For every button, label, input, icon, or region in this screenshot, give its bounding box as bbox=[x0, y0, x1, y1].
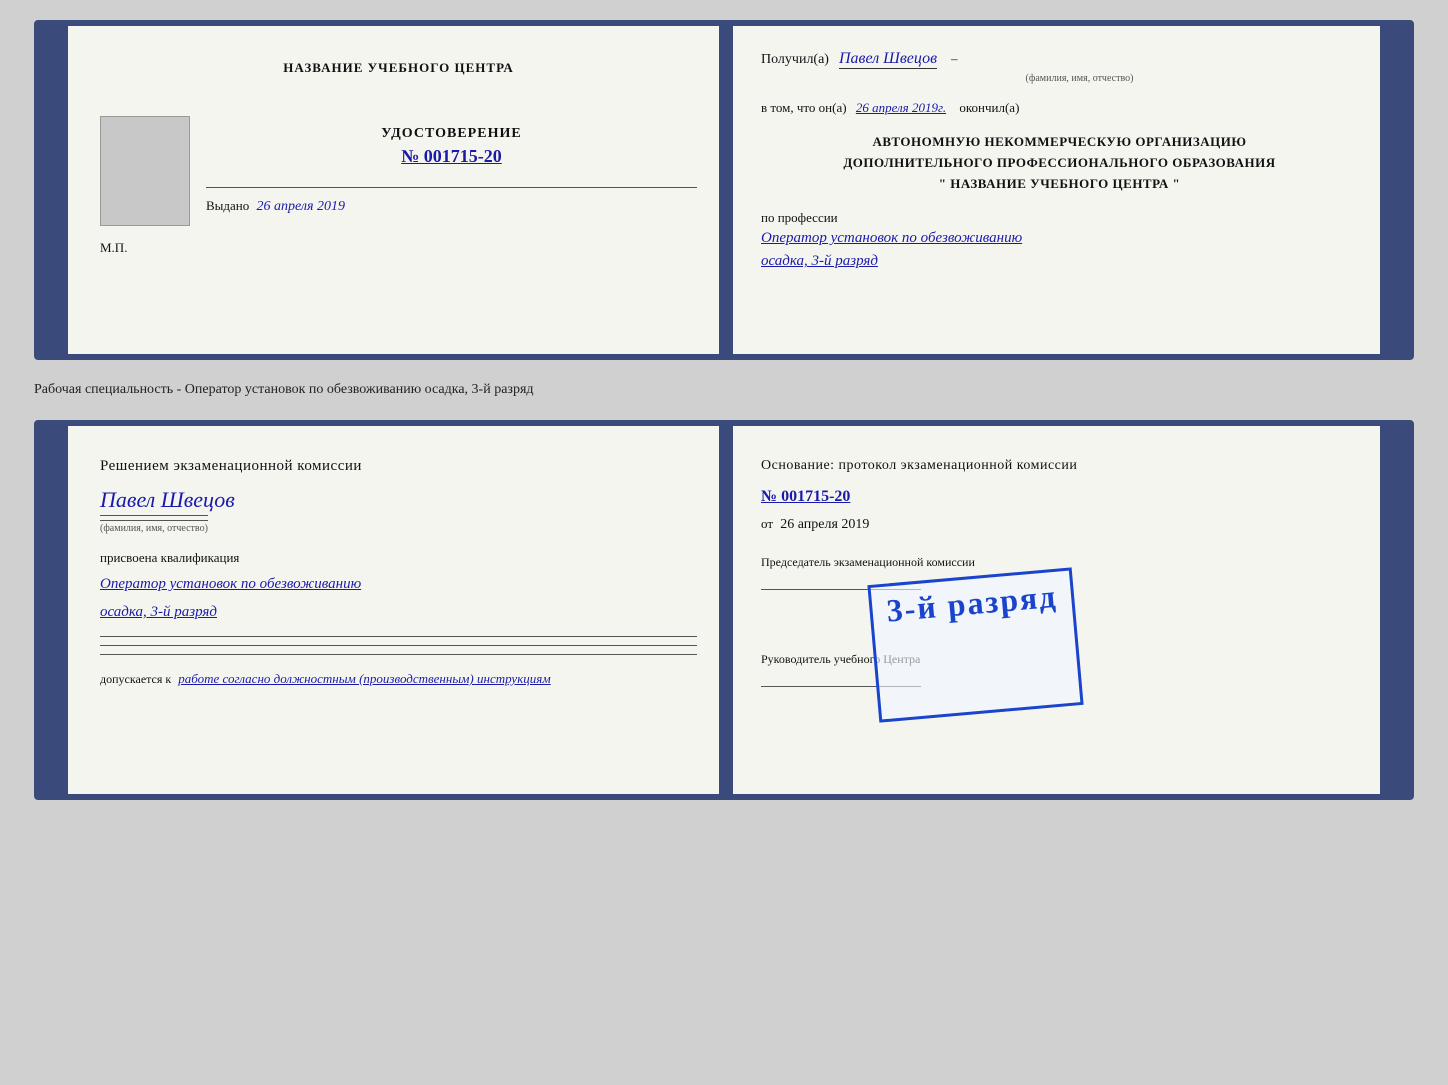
from-date-value: 26 апреля 2019 bbox=[780, 517, 869, 532]
from-label: от bbox=[761, 516, 773, 531]
divider bbox=[206, 187, 697, 188]
profession-label: по профессии bbox=[761, 210, 1358, 226]
top-center-title: НАЗВАНИЕ УЧЕБНОГО ЦЕНТРА bbox=[100, 60, 697, 76]
decision-title: Решением экзаменационной комиссии bbox=[100, 458, 697, 475]
top-left-panel: НАЗВАНИЕ УЧЕБНОГО ЦЕНТРА УДОСТОВЕРЕНИЕ №… bbox=[60, 26, 725, 354]
from-date-row: от 26 апреля 2019 bbox=[761, 516, 1358, 533]
issued-line: Выдано 26 апреля 2019 bbox=[206, 198, 697, 215]
bottom-left-panel: Решением экзаменационной комиссии Павел … bbox=[60, 426, 725, 794]
stamp: 3-й разряд bbox=[867, 567, 1083, 722]
org-line3: " НАЗВАНИЕ УЧЕБНОГО ЦЕНТРА " bbox=[761, 174, 1358, 195]
photo-placeholder bbox=[100, 116, 190, 226]
mp-label: М.П. bbox=[100, 240, 697, 256]
rank-value: осадка, 3-й разряд bbox=[761, 253, 1358, 270]
bottom-right-edge bbox=[1380, 426, 1408, 794]
top-right-panel: Получил(а) Павел Швецов – (фамилия, имя,… bbox=[733, 26, 1408, 354]
finished-label: окончил(а) bbox=[959, 100, 1019, 115]
page-wrapper: НАЗВАНИЕ УЧЕБНОГО ЦЕНТРА УДОСТОВЕРЕНИЕ №… bbox=[34, 20, 1414, 800]
date-written: 26 апреля 2019г. bbox=[856, 100, 946, 115]
issued-date: 26 апреля 2019 bbox=[257, 199, 345, 214]
right-edge-decoration bbox=[1380, 26, 1408, 354]
name-fio-label: (фамилия, имя, отчество) bbox=[100, 515, 208, 536]
person-name-large: Павел Швецов bbox=[100, 487, 697, 513]
cert-number: № 001715-20 bbox=[206, 146, 697, 167]
issued-label: Выдано bbox=[206, 198, 249, 213]
stamp-text: 3-й разряд bbox=[885, 578, 1059, 630]
bottom-panel-divider bbox=[725, 426, 733, 794]
basis-label: Основание: протокол экзаменационной коми… bbox=[761, 458, 1358, 474]
qualification-value: Оператор установок по обезвоживанию осад… bbox=[100, 572, 697, 624]
in-that-label: в том, что он(а) bbox=[761, 100, 847, 115]
org-line2: ДОПОЛНИТЕЛЬНОГО ПРОФЕССИОНАЛЬНОГО ОБРАЗО… bbox=[761, 153, 1358, 174]
qualification-label: присвоена квалификация bbox=[100, 550, 697, 566]
protocol-number: № 001715-20 bbox=[761, 488, 1358, 506]
bottom-right-panel: Основание: протокол экзаменационной коми… bbox=[733, 426, 1408, 794]
admission-label: допускается к работе согласно должностны… bbox=[100, 671, 697, 687]
top-document-card: НАЗВАНИЕ УЧЕБНОГО ЦЕНТРА УДОСТОВЕРЕНИЕ №… bbox=[34, 20, 1414, 360]
fio-sublabel: (фамилия, имя, отчество) bbox=[1026, 73, 1134, 84]
admission-value: работе согласно должностным (производств… bbox=[178, 671, 550, 686]
org-line1: АВТОНОМНУЮ НЕКОММЕРЧЕСКУЮ ОРГАНИЗАЦИЮ bbox=[761, 132, 1358, 153]
received-name: Павел Швецов bbox=[839, 50, 937, 69]
panel-divider bbox=[725, 26, 733, 354]
dash: – bbox=[951, 51, 958, 66]
bottom-document-card: Решением экзаменационной комиссии Павел … bbox=[34, 420, 1414, 800]
received-label: Получил(а) bbox=[761, 52, 829, 67]
in-that-row: в том, что он(а) 26 апреля 2019г. окончи… bbox=[761, 100, 1358, 116]
cert-title: УДОСТОВЕРЕНИЕ bbox=[206, 126, 697, 142]
org-block: АВТОНОМНУЮ НЕКОММЕРЧЕСКУЮ ОРГАНИЗАЦИЮ ДО… bbox=[761, 132, 1358, 194]
profession-value: Оператор установок по обезвоживанию bbox=[761, 230, 1358, 247]
received-row: Получил(а) Павел Швецов – (фамилия, имя,… bbox=[761, 50, 1358, 86]
between-label: Рабочая специальность - Оператор установ… bbox=[34, 378, 1414, 402]
bottom-lines bbox=[100, 636, 697, 655]
